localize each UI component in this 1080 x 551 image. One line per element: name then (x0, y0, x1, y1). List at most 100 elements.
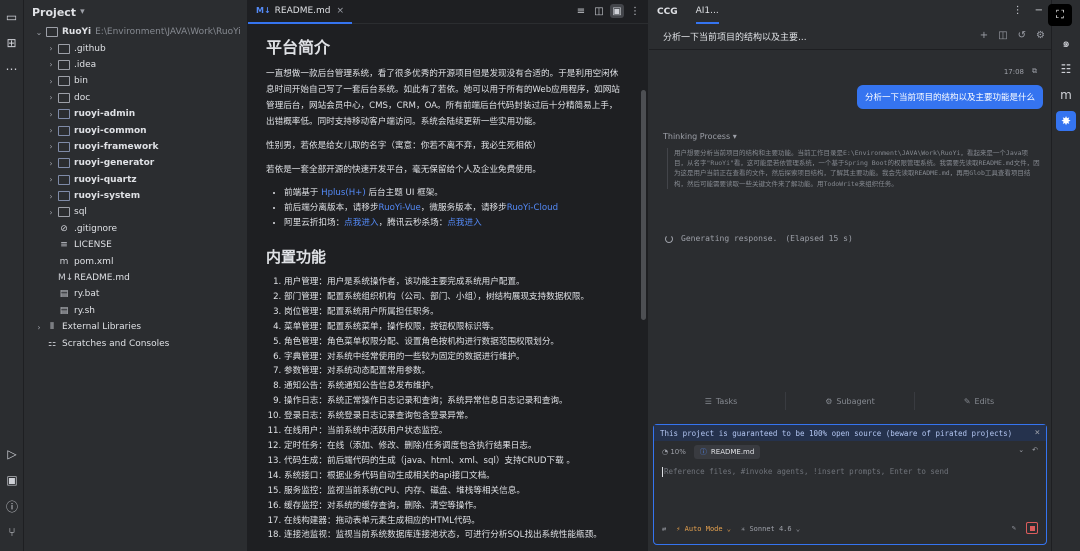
folder-icon (58, 43, 70, 54)
settings-icon[interactable]: ⚙ (1036, 30, 1045, 41)
chat-input-box[interactable]: This project is guaranteed to be 100% op… (653, 424, 1047, 545)
chevron-down-icon[interactable]: ⌄ (34, 28, 44, 37)
chevron-right-icon[interactable]: › (34, 323, 44, 332)
chevron-right-icon[interactable]: › (46, 77, 56, 86)
chat-input[interactable]: Reference files, #invoke agents, !insert… (654, 467, 1046, 477)
feature-item: 用户管理：用户是系统操作者，该功能主要完成系统用户配置。 (284, 275, 626, 290)
attach-icon[interactable]: ✎ (1012, 524, 1016, 532)
tree-item[interactable]: › ruoyi-common (24, 122, 247, 138)
tree-item-label: .github (74, 43, 106, 54)
menu-icon[interactable]: ≡ (574, 4, 588, 18)
ai-star-icon[interactable]: ✸ (1056, 111, 1076, 131)
tab-readme[interactable]: M↓ README.md × (248, 0, 353, 24)
file-icon: ▤ (59, 305, 69, 316)
close-icon[interactable]: × (337, 6, 345, 16)
markdown-preview: 平台简介 一直想做一款后台管理系统，看了很多优秀的开源项目但是发现没有合适的。于… (266, 34, 626, 543)
list-item: 阿里云折扣场：点我进入，腾讯云秒杀场：点我进入 (284, 216, 626, 231)
chevron-right-icon[interactable]: › (46, 126, 56, 135)
structure-icon[interactable]: ⊞ (3, 34, 21, 52)
screenshot-icon[interactable]: ⛶ (1048, 4, 1072, 26)
file-icon: m (59, 256, 69, 267)
tab-ai[interactable]: AI1... (695, 0, 719, 24)
tree-item[interactable]: ≡ LICENSE (24, 237, 247, 253)
tree-item[interactable]: › ruoyi-quartz (24, 172, 247, 188)
terminal-icon[interactable]: ▣ (3, 471, 21, 489)
tree-item[interactable]: › ruoyi-system (24, 188, 247, 204)
chevron-down-icon[interactable]: ⌄ (1018, 446, 1024, 454)
split-view-icon[interactable]: ◫ (592, 4, 606, 18)
project-panel-header[interactable]: Project ▾ (24, 0, 247, 24)
link-aliyun[interactable]: 点我进入 (344, 218, 378, 228)
library-icon: ⫴ (50, 322, 54, 333)
tree-item[interactable]: ⚏ Scratches and Consoles (24, 335, 247, 351)
more-icon[interactable]: ⋯ (3, 60, 21, 78)
tasks-button[interactable]: ☰ Tasks (657, 392, 786, 410)
tree-item[interactable]: ▤ ry.bat (24, 286, 247, 302)
chevron-right-icon[interactable]: › (46, 110, 56, 119)
tree-item[interactable]: M↓ README.md (24, 270, 247, 286)
chevron-right-icon[interactable]: › (46, 159, 56, 168)
run-icon[interactable]: ▷ (3, 445, 21, 463)
link-tencent[interactable]: 点我进入 (447, 218, 481, 228)
stop-button[interactable] (1026, 522, 1038, 534)
tree-item[interactable]: m pom.xml (24, 253, 247, 269)
feature-item: 定时任务：在线（添加、修改、删除)任务调度包含执行结果日志。 (284, 439, 626, 454)
tree-item[interactable]: › sql (24, 204, 247, 220)
m-icon[interactable]: m (1056, 85, 1076, 105)
context-file-chip[interactable]: ⓘ README.md (693, 445, 761, 459)
spiral-icon[interactable]: ๑ (1056, 33, 1076, 53)
subagent-button[interactable]: ⚙ Subagent (786, 392, 915, 410)
tree-item-label: sql (74, 207, 87, 218)
chevron-right-icon[interactable]: › (46, 208, 56, 217)
session-title[interactable]: 分析一下当前项目的结构以及主要... (663, 30, 807, 43)
settings-sliders-icon[interactable]: ⇄ (662, 525, 666, 533)
tree-item[interactable]: › doc (24, 90, 247, 106)
git-icon[interactable]: ⑂ (3, 523, 21, 541)
chevron-right-icon[interactable]: › (46, 175, 56, 184)
copy-icon[interactable]: ⧉ (1032, 67, 1037, 76)
tree-item[interactable]: › ruoyi-generator (24, 155, 247, 171)
chevron-right-icon[interactable]: › (46, 93, 56, 102)
minimize-icon[interactable]: − (1035, 5, 1043, 16)
chevron-down-icon[interactable]: ▾ (80, 7, 85, 17)
chevron-right-icon[interactable]: › (46, 60, 56, 69)
link-ruoyi-cloud[interactable]: RuoYi-Cloud (507, 203, 558, 213)
folder-icon (58, 158, 70, 169)
problems-icon[interactable]: ⓘ (3, 497, 21, 515)
tree-item[interactable]: › .github (24, 40, 247, 56)
link-ruoyi-vue[interactable]: RuoYi-Vue (379, 203, 421, 213)
tree-item[interactable]: ▤ ry.sh (24, 303, 247, 319)
right-toolbar: ๑ ☷ m ✸ (1051, 0, 1080, 551)
database-icon[interactable]: ☷ (1056, 59, 1076, 79)
chevron-right-icon[interactable]: › (46, 192, 56, 201)
mode-select[interactable]: ⚡ Auto Mode ⌄ (676, 525, 731, 533)
tree-item[interactable]: › ⫴ External Libraries (24, 319, 247, 335)
preview-icon[interactable]: ▣ (610, 4, 624, 18)
thinking-toggle[interactable]: Thinking Process ▾ (663, 132, 737, 141)
editor-scrollbar[interactable] (641, 90, 646, 320)
more-vert-icon[interactable]: ⋮ (1013, 5, 1023, 16)
edits-button[interactable]: ✎ Edits (915, 392, 1043, 410)
tree-item-label: RuoYi (62, 27, 92, 38)
tree-item[interactable]: › ruoyi-admin (24, 106, 247, 122)
layout-icon[interactable]: ◫ (998, 30, 1007, 41)
tree-item[interactable]: ⌄ RuoYi E:\Environment\JAVA\Work\RuoYi (24, 24, 247, 40)
undo-icon[interactable]: ↶ (1032, 446, 1038, 454)
tree-item[interactable]: › bin (24, 73, 247, 89)
tab-ccg[interactable]: CCG (657, 7, 678, 17)
folder-icon[interactable]: ▭ (3, 8, 21, 26)
new-session-icon[interactable]: + (980, 30, 988, 41)
tree-item[interactable]: › .idea (24, 57, 247, 73)
more-vert-icon[interactable]: ⋮ (628, 4, 642, 18)
link-hplus[interactable]: Hplus(H+) (321, 188, 366, 198)
editor-panel: M↓ README.md × ≡ ◫ ▣ ⋮ 平台简介 一直想做一款后台管理系统… (248, 0, 649, 551)
chevron-right-icon[interactable]: › (46, 142, 56, 151)
folder-icon (58, 174, 70, 185)
history-icon[interactable]: ↺ (1018, 30, 1026, 41)
chevron-right-icon[interactable]: › (46, 44, 56, 53)
model-select[interactable]: ✳ Sonnet 4.6 ⌄ (741, 525, 800, 533)
close-icon[interactable]: × (1035, 428, 1040, 438)
tree-item[interactable]: ⊘ .gitignore (24, 221, 247, 237)
folder-icon (46, 27, 58, 38)
tree-item[interactable]: › ruoyi-framework (24, 139, 247, 155)
